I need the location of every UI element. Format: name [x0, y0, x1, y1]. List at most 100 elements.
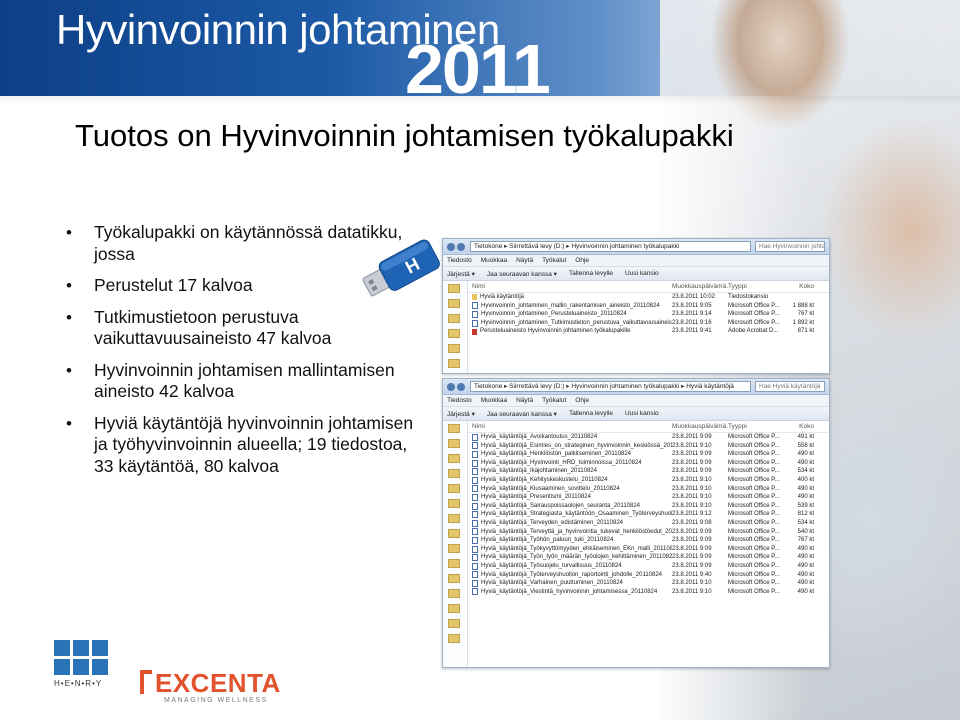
- folder-icon[interactable]: [448, 329, 460, 338]
- folder-icon[interactable]: [448, 529, 460, 538]
- file-row[interactable]: Hyviä_käytäntöjä_Henkilöstön_palkitsemin…: [468, 450, 829, 459]
- menu-item-file[interactable]: Tiedosto: [447, 257, 472, 264]
- column-date[interactable]: Muokkauspäivämä...: [672, 423, 728, 430]
- back-icon[interactable]: [447, 242, 455, 251]
- column-size[interactable]: Koko: [786, 423, 814, 430]
- file-name[interactable]: Hyviä_käytäntöjä_Kehityskeskustelu_20110…: [468, 476, 672, 485]
- file-row[interactable]: Hyvinvoinnin_johtaminen_Perusteluaineist…: [468, 310, 829, 319]
- file-row[interactable]: Hyviä_käytäntöjä_Strategiasta_käytäntöön…: [468, 510, 829, 519]
- menu-item-edit[interactable]: Muokkaa: [481, 397, 507, 404]
- address-path[interactable]: Tietokone ▸ Siirrettävä levy (D:) ▸ Hyvi…: [470, 241, 751, 252]
- menu-item-view[interactable]: Näytä: [516, 397, 533, 404]
- file-explorer-window-good-practices[interactable]: Tietokone ▸ Siirrettävä levy (D:) ▸ Hyvi…: [442, 378, 830, 668]
- file-row[interactable]: Hyviä_käytäntöjä_Työsuojelu_turvallisuus…: [468, 562, 829, 571]
- folder-icon[interactable]: [448, 359, 460, 368]
- folder-icon[interactable]: [448, 284, 460, 293]
- folder-icon[interactable]: [448, 514, 460, 523]
- burn-button[interactable]: Tallenna levylle: [569, 410, 613, 417]
- menu-item-file[interactable]: Tiedosto: [447, 397, 472, 404]
- file-name[interactable]: Hyviä_käytäntöjä_Työterveyshuollon_rapor…: [468, 571, 672, 580]
- folder-icon[interactable]: [448, 299, 460, 308]
- file-row[interactable]: Perusteluaineisto Hyvinvoinnin johtamine…: [468, 327, 829, 336]
- file-name[interactable]: Hyviä_käytäntöjä_Varhainen_puuttuminen_2…: [468, 579, 672, 588]
- folder-icon[interactable]: [448, 454, 460, 463]
- navigation-pane[interactable]: [443, 281, 468, 373]
- file-name[interactable]: Hyviä_käytäntöjä_Viestintä_hyvinvoinnin_…: [468, 588, 672, 597]
- file-name[interactable]: Perusteluaineisto Hyvinvoinnin johtamine…: [468, 327, 672, 336]
- new-folder-button[interactable]: Uusi kansio: [625, 270, 659, 277]
- folder-icon[interactable]: [448, 469, 460, 478]
- folder-icon[interactable]: [448, 544, 460, 553]
- organize-button[interactable]: Järjestä ▾: [447, 410, 475, 418]
- menu-item-help[interactable]: Ohje: [575, 257, 589, 264]
- forward-icon[interactable]: [457, 382, 465, 391]
- column-name[interactable]: Nimi: [468, 283, 672, 290]
- file-row[interactable]: Hyviä_käytäntöjä_Ikäjohtaminen_20110824 2…: [468, 467, 829, 476]
- file-row[interactable]: Hyviä_käytäntöjä_Esimies_on_strateginen_…: [468, 442, 829, 451]
- file-row[interactable]: Hyviä_käytäntöjä_Työn_työn_määrän_työolo…: [468, 553, 829, 562]
- search-input[interactable]: Hae Hyvinvoinnin johtami...: [755, 241, 825, 252]
- column-type[interactable]: Tyyppi: [728, 423, 786, 430]
- folder-icon[interactable]: [448, 344, 460, 353]
- back-icon[interactable]: [447, 382, 455, 391]
- file-row[interactable]: Hyviä_käytäntöjä_Terveyttä_ja_hyvinvoint…: [468, 528, 829, 537]
- file-row[interactable]: Hyviä_käytäntöjä_Presentismi_20110824 23.…: [468, 493, 829, 502]
- file-row[interactable]: Hyviä_käytäntöjä_Työkyvyttömyyden_ehkäis…: [468, 545, 829, 554]
- new-folder-button[interactable]: Uusi kansio: [625, 410, 659, 417]
- file-name[interactable]: Hyviä_käytäntöjä_Työsuojelu_turvallisuus…: [468, 562, 672, 571]
- file-name[interactable]: Hyviä_käytäntöjä_Presentismi_20110824: [468, 493, 672, 502]
- menu-item-tools[interactable]: Työkalut: [542, 397, 566, 404]
- file-name[interactable]: Hyviä_käytäntöjä_Strategiasta_käytäntöön…: [468, 510, 672, 519]
- burn-button[interactable]: Tallenna levylle: [569, 270, 613, 277]
- file-row[interactable]: Hyviä_käytäntöjä_Työhön_paluun_tuki_2011…: [468, 536, 829, 545]
- file-row[interactable]: Hyviä käytäntöjä 23.8.2011 10:02 Tiedostok…: [468, 293, 829, 302]
- file-row[interactable]: Hyviä_käytäntöjä_Työterveyshuollon_rapor…: [468, 571, 829, 580]
- file-row[interactable]: Hyviä_käytäntöjä_Avoikantoutus_20110824 2…: [468, 433, 829, 442]
- folder-icon[interactable]: [448, 619, 460, 628]
- file-name[interactable]: Hyviä_käytäntöjä_Terveyttä_ja_hyvinvoint…: [468, 528, 672, 537]
- file-name[interactable]: Hyviä_käytäntöjä_Sairauspoissaolojen_seu…: [468, 502, 672, 511]
- folder-icon[interactable]: [448, 484, 460, 493]
- file-row[interactable]: Hyviä_käytäntöjä_Kehityskeskustelu_20110…: [468, 476, 829, 485]
- file-row[interactable]: Hyvinvoinnin_johtaminen_Tutkimustieton_p…: [468, 319, 829, 328]
- column-name[interactable]: Nimi: [468, 423, 672, 430]
- menu-item-view[interactable]: Näytä: [516, 257, 533, 264]
- folder-icon[interactable]: [448, 499, 460, 508]
- address-path[interactable]: Tietokone ▸ Siirrettävä levy (D:) ▸ Hyvi…: [470, 381, 751, 392]
- folder-icon[interactable]: [448, 314, 460, 323]
- file-row[interactable]: Hyviä_käytäntöjä_Kiusaaminen_sovittelu_2…: [468, 485, 829, 494]
- folder-icon[interactable]: [448, 439, 460, 448]
- file-name[interactable]: Hyviä_käytäntöjä_Avoikantoutus_20110824: [468, 433, 672, 442]
- file-name[interactable]: Hyvinvoinnin_johtaminen_Tutkimustieton_p…: [468, 319, 672, 328]
- file-name[interactable]: Hyviä_käytäntöjä_Työn_työn_määrän_työolo…: [468, 553, 672, 562]
- file-name[interactable]: Hyvinvoinnin_johtaminen_Perusteluaineist…: [468, 310, 672, 319]
- file-name[interactable]: Hyviä_käytäntöjä_Ikäjohtaminen_20110824: [468, 467, 672, 476]
- folder-icon[interactable]: [448, 574, 460, 583]
- file-name[interactable]: Hyviä_käytäntöjä_Henkilöstön_palkitsemin…: [468, 450, 672, 459]
- file-name[interactable]: Hyviä_käytäntöjä_Hyvinvointi_HRD_toiminn…: [468, 459, 672, 468]
- file-name[interactable]: Hyviä_käytäntöjä_Esimies_on_strateginen_…: [468, 442, 672, 451]
- file-row[interactable]: Hyviä_käytäntöjä_Hyvinvointi_HRD_toiminn…: [468, 459, 829, 468]
- file-name[interactable]: Hyviä käytäntöjä: [468, 293, 672, 302]
- menu-item-edit[interactable]: Muokkaa: [481, 257, 507, 264]
- file-row[interactable]: Hyviä_käytäntöjä_Sairauspoissaolojen_seu…: [468, 502, 829, 511]
- menu-item-tools[interactable]: Työkalut: [542, 257, 566, 264]
- forward-icon[interactable]: [457, 242, 465, 251]
- folder-icon[interactable]: [448, 604, 460, 613]
- column-size[interactable]: Koko: [786, 283, 814, 290]
- file-row[interactable]: Hyviä_käytäntöjä_Varhainen_puuttuminen_2…: [468, 579, 829, 588]
- column-type[interactable]: Tyyppi: [728, 283, 786, 290]
- file-name[interactable]: Hyviä_käytäntöjä_Työhön_paluun_tuki_2011…: [468, 536, 672, 545]
- navigation-pane[interactable]: [443, 421, 468, 667]
- file-name[interactable]: Hyvinvoinnin_johtaminen_mallin_rakentami…: [468, 302, 672, 311]
- file-name[interactable]: Hyviä_käytäntöjä_Kiusaaminen_sovittelu_2…: [468, 485, 672, 494]
- search-input[interactable]: Hae Hyviä käytäntöjä: [755, 381, 825, 392]
- folder-icon[interactable]: [448, 589, 460, 598]
- file-row[interactable]: Hyviä_käytäntöjä_Terveyden_edistäminen_2…: [468, 519, 829, 528]
- file-row[interactable]: Hyvinvoinnin_johtaminen_mallin_rakentami…: [468, 302, 829, 311]
- menu-item-help[interactable]: Ohje: [575, 397, 589, 404]
- column-date[interactable]: Muokkauspäivämä...: [672, 283, 728, 290]
- file-name[interactable]: Hyviä_käytäntöjä_Työkyvyttömyyden_ehkäis…: [468, 545, 672, 554]
- folder-icon[interactable]: [448, 559, 460, 568]
- file-row[interactable]: Hyviä_käytäntöjä_Viestintä_hyvinvoinnin_…: [468, 588, 829, 597]
